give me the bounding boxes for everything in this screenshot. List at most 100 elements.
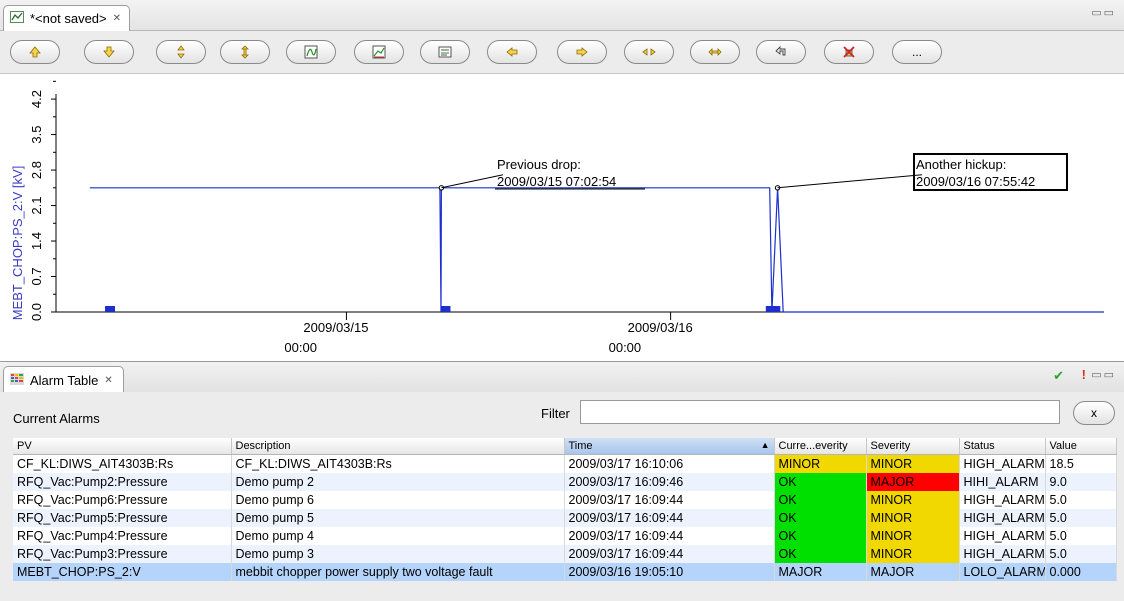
legend-icon bbox=[438, 46, 452, 58]
alarm-table-tab-title: Alarm Table bbox=[30, 372, 99, 388]
column-header-description[interactable]: Description bbox=[231, 438, 565, 455]
arrow-up-icon bbox=[29, 46, 41, 58]
more-button[interactable]: ... bbox=[892, 40, 942, 64]
scroll-right-button[interactable] bbox=[557, 40, 607, 64]
table-row[interactable]: RFQ_Vac:Pump5:Pressure Demo pump 5 2009/03… bbox=[13, 509, 1117, 527]
y-tick-label: 4.2 bbox=[29, 90, 44, 108]
cell-pv: RFQ_Vac:Pump2:Pressure bbox=[13, 473, 232, 491]
cell-current-severity: OK bbox=[774, 509, 867, 527]
cell-value: 9.0 bbox=[1045, 473, 1117, 491]
zoom-out-y-button[interactable] bbox=[220, 40, 270, 64]
table-row[interactable]: MEBT_CHOP:PS_2:V mebbit chopper power sup… bbox=[13, 563, 1117, 581]
cell-value: 5.0 bbox=[1045, 491, 1117, 509]
scroll-left-button[interactable] bbox=[487, 40, 537, 64]
cell-severity: MINOR bbox=[866, 491, 960, 509]
zoom-in-y-icon bbox=[177, 45, 185, 59]
table-row[interactable]: RFQ_Vac:Pump2:Pressure Demo pump 2 2009/03… bbox=[13, 473, 1117, 491]
cell-time: 2009/03/17 16:09:44 bbox=[564, 491, 775, 509]
window-controls-icon[interactable]: ▭▭ bbox=[1091, 6, 1116, 19]
zoom-out-x-button[interactable] bbox=[690, 40, 740, 64]
zoom-out-x-icon bbox=[708, 48, 722, 56]
baseline-marker bbox=[770, 306, 781, 312]
autoscale-button[interactable] bbox=[286, 40, 336, 64]
zoom-in-x-icon bbox=[642, 48, 656, 56]
editor-tab[interactable]: *<not saved> ✕ bbox=[3, 5, 131, 31]
cell-status: HIHI_ALARM bbox=[959, 473, 1046, 491]
cell-description: Demo pump 2 bbox=[231, 473, 565, 491]
table-icon bbox=[10, 372, 24, 388]
cell-status: HIGH_ALARM bbox=[959, 509, 1046, 527]
cell-current-severity: MAJOR bbox=[774, 563, 867, 581]
clear-filter-button[interactable]: x bbox=[1073, 401, 1115, 425]
cell-description: CF_KL:DIWS_AIT4303B:Rs bbox=[231, 454, 565, 473]
chart: MEBT_CHOP:PS_2:V [kV] 0.0 0.7 1.4 2.1 2.8 3.5 4… bbox=[10, 80, 1104, 355]
column-header-status[interactable]: Status bbox=[959, 438, 1046, 455]
cell-current-severity: OK bbox=[774, 491, 867, 509]
table-row[interactable]: RFQ_Vac:Pump3:Pressure Demo pump 3 2009/03… bbox=[13, 545, 1117, 563]
table-row[interactable]: CF_KL:DIWS_AIT4303B:Rs CF_KL:DIWS_AIT4303… bbox=[13, 454, 1117, 473]
cell-severity: MAJOR bbox=[866, 563, 960, 581]
annotation-value: 2009/03/15 07:02:54 bbox=[497, 174, 616, 189]
arrow-down-icon bbox=[103, 46, 115, 58]
plot-toolbar: ... bbox=[0, 31, 1124, 74]
zoom-in-y-button[interactable] bbox=[156, 40, 206, 64]
cell-current-severity: OK bbox=[774, 527, 867, 545]
y-tick-label: 2.1 bbox=[29, 196, 44, 214]
cell-description: mebbit chopper power supply two voltage … bbox=[231, 563, 565, 581]
cell-time: 2009/03/16 19:05:10 bbox=[564, 563, 775, 581]
plot-area[interactable]: MEBT_CHOP:PS_2:V [kV] 0.0 0.7 1.4 2.1 2.8 3.5 4… bbox=[0, 74, 1124, 359]
cell-time: 2009/03/17 16:09:44 bbox=[564, 527, 775, 545]
cell-status: LOLO_ALARM bbox=[959, 563, 1046, 581]
y-tick-label: 0.7 bbox=[29, 267, 44, 285]
column-header-current-severity[interactable]: Curre...everity bbox=[774, 438, 867, 455]
stagger-button[interactable] bbox=[354, 40, 404, 64]
cell-value: 5.0 bbox=[1045, 545, 1117, 563]
undo-button[interactable] bbox=[756, 40, 806, 64]
move-down-button[interactable] bbox=[84, 40, 134, 64]
current-alarms-label: Current Alarms bbox=[13, 411, 100, 426]
stagger-icon bbox=[372, 45, 386, 59]
zoom-in-x-button[interactable] bbox=[624, 40, 674, 64]
acknowledge-icon[interactable]: ✔ bbox=[1053, 368, 1064, 384]
cell-value: 5.0 bbox=[1045, 527, 1117, 545]
arrow-left-icon bbox=[506, 47, 518, 57]
filter-input[interactable] bbox=[580, 400, 1060, 424]
alert-icon[interactable]: ! bbox=[1082, 367, 1086, 382]
column-header-time-label: Time bbox=[568, 440, 593, 452]
cell-pv: RFQ_Vac:Pump3:Pressure bbox=[13, 545, 232, 563]
legend-button[interactable] bbox=[420, 40, 470, 64]
table-row[interactable]: RFQ_Vac:Pump4:Pressure Demo pump 4 2009/03… bbox=[13, 527, 1117, 545]
x-tick-label-date: 2009/03/15 bbox=[303, 320, 368, 335]
baseline-marker bbox=[440, 306, 451, 312]
y-tick-label: 2.8 bbox=[29, 161, 44, 179]
remove-markers-icon bbox=[843, 46, 855, 58]
alarm-view-tab-bar: Alarm Table ✕ ✔ ! ▭▭ bbox=[0, 361, 1124, 393]
column-header-severity[interactable]: Severity bbox=[866, 438, 960, 455]
cell-pv: RFQ_Vac:Pump5:Pressure bbox=[13, 509, 232, 527]
remove-markers-button[interactable] bbox=[824, 40, 874, 64]
cell-current-severity: OK bbox=[774, 473, 867, 491]
filter-label: Filter bbox=[541, 406, 570, 421]
cell-pv: MEBT_CHOP:PS_2:V bbox=[13, 563, 232, 581]
move-up-button[interactable] bbox=[10, 40, 60, 64]
window-controls-icon[interactable]: ▭▭ bbox=[1091, 368, 1116, 381]
annotation-value: 2009/03/16 07:55:42 bbox=[916, 174, 1035, 189]
cell-pv: RFQ_Vac:Pump4:Pressure bbox=[13, 527, 232, 545]
table-row[interactable]: RFQ_Vac:Pump6:Pressure Demo pump 6 2009/03… bbox=[13, 491, 1117, 509]
cell-severity: MINOR bbox=[866, 527, 960, 545]
column-header-time[interactable]: Time ▲ bbox=[564, 438, 775, 455]
baseline-marker bbox=[105, 306, 116, 312]
column-header-value[interactable]: Value bbox=[1045, 438, 1117, 455]
series-line bbox=[89, 187, 1103, 313]
cell-description: Demo pump 5 bbox=[231, 509, 565, 527]
alarm-table-tab[interactable]: Alarm Table ✕ bbox=[3, 366, 124, 393]
alarm-table[interactable]: PV Description Time ▲ Curre...everity Sev… bbox=[13, 438, 1117, 581]
annotation-leader bbox=[777, 174, 923, 189]
close-icon[interactable]: ✕ bbox=[113, 13, 121, 24]
close-icon[interactable]: ✕ bbox=[104, 375, 112, 386]
cell-severity: MINOR bbox=[866, 454, 960, 473]
editor-tab-title: *<not saved> bbox=[30, 11, 107, 26]
cell-time: 2009/03/17 16:09:44 bbox=[564, 545, 775, 563]
column-header-pv[interactable]: PV bbox=[13, 438, 232, 455]
cell-time: 2009/03/17 16:09:46 bbox=[564, 473, 775, 491]
